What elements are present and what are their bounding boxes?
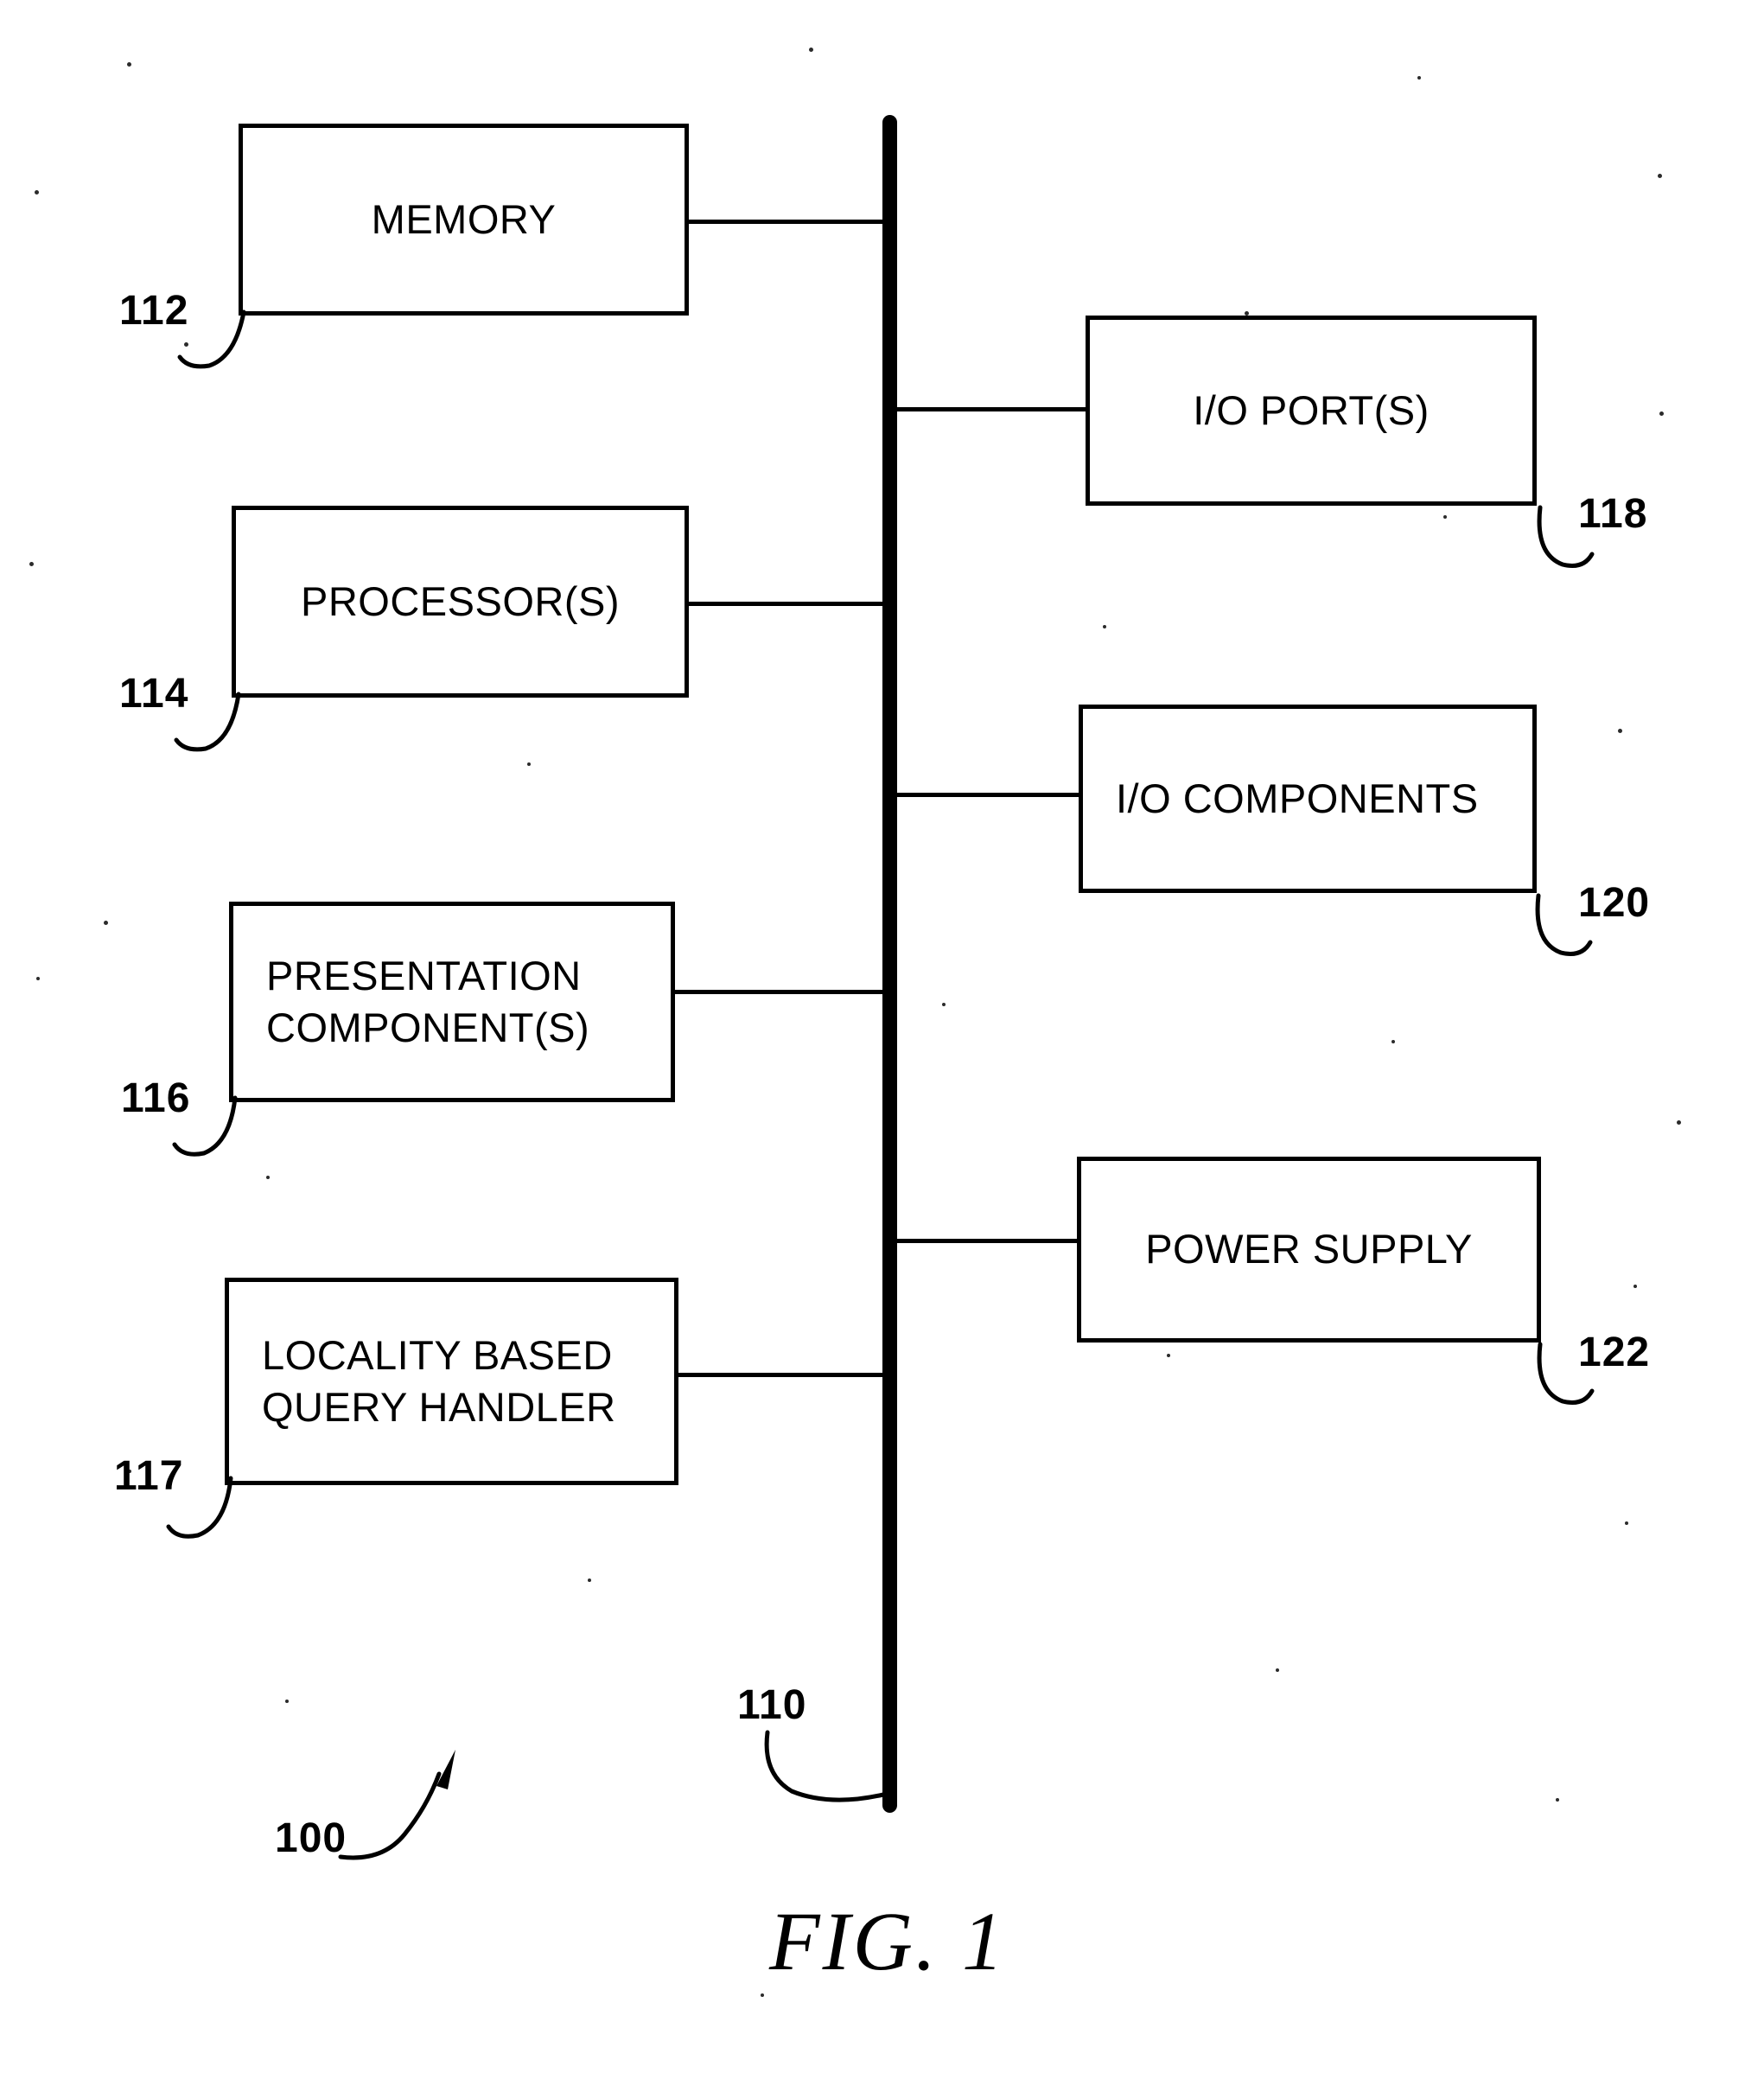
block-memory-label: MEMORY bbox=[371, 195, 557, 242]
leader-line-112 bbox=[177, 309, 246, 369]
block-power-supply: POWER SUPPLY bbox=[1077, 1157, 1541, 1343]
patent-figure-1: MEMORY PROCESSOR(S) PRESENTATION COMPONE… bbox=[0, 0, 1764, 2092]
connector-presentation-to-bus bbox=[675, 990, 886, 994]
connector-locality-handler-to-bus bbox=[675, 1373, 886, 1377]
block-presentation-component-label: PRESENTATION COMPONENT(S) bbox=[266, 952, 590, 1050]
block-memory: MEMORY bbox=[239, 124, 689, 316]
block-locality-based-query-handler-label: LOCALITY BASED QUERY HANDLER bbox=[262, 1331, 616, 1430]
block-presentation-component: PRESENTATION COMPONENT(S) bbox=[229, 902, 675, 1102]
connector-bus-to-power-supply bbox=[894, 1239, 1082, 1243]
ref-numeral-118: 118 bbox=[1578, 491, 1648, 537]
ref-numeral-120: 120 bbox=[1578, 880, 1651, 926]
leader-arrow-100 bbox=[338, 1750, 455, 1860]
block-io-components: I/O COMPONENTS bbox=[1079, 705, 1537, 893]
figure-caption: FIG. 1 bbox=[769, 1895, 1006, 1987]
leader-line-110 bbox=[764, 1730, 886, 1802]
block-power-supply-label: POWER SUPPLY bbox=[1145, 1226, 1473, 1272]
block-processor: PROCESSOR(S) bbox=[232, 506, 689, 698]
connector-memory-to-bus bbox=[685, 220, 886, 224]
ref-numeral-117: 117 bbox=[114, 1453, 184, 1499]
block-io-components-label: I/O COMPONENTS bbox=[1116, 775, 1479, 821]
connector-bus-to-io-ports bbox=[894, 407, 1091, 411]
connector-processor-to-bus bbox=[685, 602, 886, 606]
ref-numeral-116: 116 bbox=[121, 1075, 191, 1121]
block-io-ports-label: I/O PORT(S) bbox=[1193, 386, 1430, 433]
block-locality-based-query-handler: LOCALITY BASED QUERY HANDLER bbox=[225, 1278, 678, 1485]
block-io-ports: I/O PORT(S) bbox=[1086, 316, 1537, 506]
block-processor-label: PROCESSOR(S) bbox=[301, 577, 620, 624]
ref-numeral-114: 114 bbox=[119, 671, 189, 717]
ref-numeral-122: 122 bbox=[1578, 1330, 1651, 1375]
connector-bus-to-io-components bbox=[894, 793, 1082, 797]
system-bus bbox=[882, 115, 897, 1813]
ref-numeral-112: 112 bbox=[119, 288, 189, 334]
ref-numeral-100: 100 bbox=[275, 1815, 347, 1861]
ref-numeral-110: 110 bbox=[737, 1682, 807, 1728]
